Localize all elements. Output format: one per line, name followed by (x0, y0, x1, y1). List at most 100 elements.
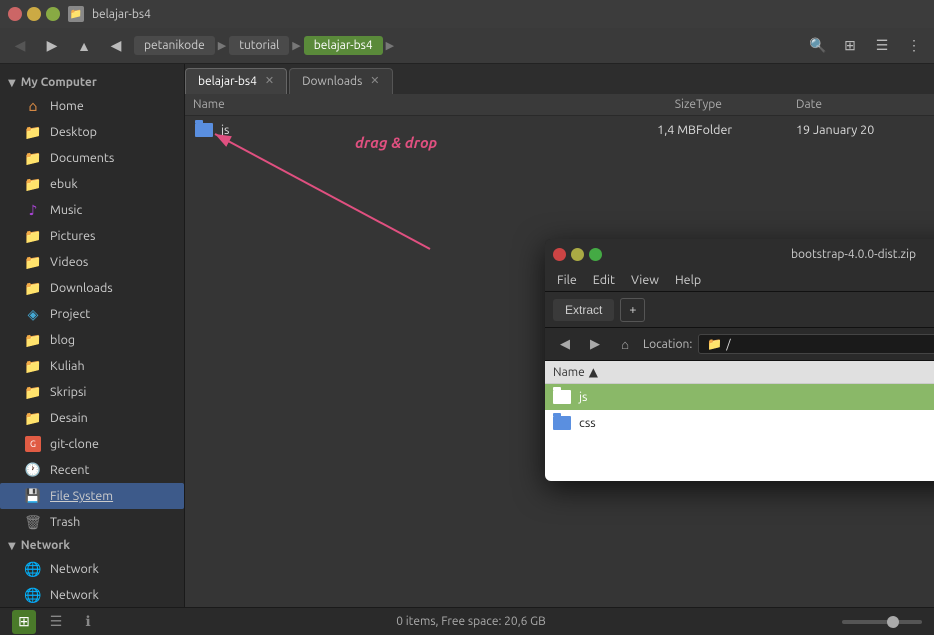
folder-icon: 📁 (24, 149, 42, 167)
tab-label-downloads: Downloads (302, 75, 362, 88)
tab-close-belajar[interactable]: ✕ (265, 76, 274, 87)
sidebar-label-documents: Documents (50, 151, 114, 165)
zip-menu-edit[interactable]: Edit (593, 273, 615, 287)
sidebar-item-documents[interactable]: 📁 Documents (0, 145, 184, 171)
sidebar-item-ebuk[interactable]: 📁 ebuk (0, 171, 184, 197)
sidebar-item-videos[interactable]: 📁 Videos (0, 249, 184, 275)
sidebar-item-desain[interactable]: 📁 Desain (0, 405, 184, 431)
section-arrow-2: ▼ (8, 540, 16, 552)
sidebar-item-network2[interactable]: 🌐 Network (0, 582, 184, 607)
zip-folder-icon: 📁 (707, 337, 722, 351)
window-title: belajar-bs4 (92, 8, 151, 21)
zip-menu-view[interactable]: View (631, 273, 659, 287)
zip-maximize-button[interactable] (589, 248, 602, 261)
zip-minimize-button[interactable] (571, 248, 584, 261)
zip-menu-bar: File Edit View Help (545, 269, 934, 292)
zip-back-button[interactable]: ◀ (553, 332, 577, 356)
sidebar-label-network1: Network (50, 562, 99, 576)
more-options-button[interactable]: ⋮ (900, 32, 928, 60)
search-button[interactable]: 🔍 (804, 32, 832, 60)
extract-button[interactable]: Extract (553, 299, 614, 321)
add-label: + (629, 303, 636, 317)
grid-view-button[interactable]: ⊞ (836, 32, 864, 60)
sidebar-section-my-computer[interactable]: ▼ My Computer (0, 72, 184, 93)
zip-menu-file[interactable]: File (557, 273, 577, 287)
prev-location-button[interactable]: ◀ (102, 32, 130, 60)
status-info-button[interactable]: ℹ (76, 610, 100, 634)
tab-belajar-bs4[interactable]: belajar-bs4 ✕ (185, 68, 287, 94)
zip-file-row-js[interactable]: js 1,4 MB (545, 384, 934, 410)
breadcrumb-sep1: ▶ (218, 39, 226, 52)
music-icon: ♪ (24, 201, 42, 219)
list-view-button[interactable]: ☰ (868, 32, 896, 60)
zip-location-bar: ◀ ▶ ⌂ Location: 📁 / (545, 328, 934, 361)
sidebar-item-desktop[interactable]: 📁 Desktop (0, 119, 184, 145)
breadcrumb-petanikode[interactable]: petanikode (134, 36, 215, 55)
zip-title-text: bootstrap-4.0.0-dist.zip (610, 248, 934, 261)
window-controls (8, 7, 60, 21)
zip-sort-icon: ▲ (589, 365, 598, 379)
zoom-track[interactable] (842, 620, 922, 624)
sidebar-item-recent[interactable]: 🕐 Recent (0, 457, 184, 483)
section-label-2: Network (21, 539, 70, 552)
maximize-button[interactable] (46, 7, 60, 21)
network-icon: 🌐 (24, 560, 42, 578)
breadcrumb-sep3: ▶ (386, 39, 394, 52)
sidebar-item-music[interactable]: ♪ Music (0, 197, 184, 223)
add-button[interactable]: + (620, 298, 645, 322)
sidebar-item-kuliah[interactable]: 📁 Kuliah (0, 353, 184, 379)
breadcrumb: petanikode ▶ tutorial ▶ belajar-bs4 ▶ (134, 36, 800, 55)
section-arrow: ▼ (8, 77, 16, 89)
zoom-thumb[interactable] (887, 616, 899, 628)
sidebar-item-git-clone[interactable]: G git-clone (0, 431, 184, 457)
filesystem-icon: 💾 (24, 487, 42, 505)
breadcrumb-tutorial[interactable]: tutorial (229, 36, 289, 55)
forward-button[interactable]: ▶ (38, 32, 66, 60)
zip-folder-js-icon (553, 390, 571, 404)
close-button[interactable] (8, 7, 22, 21)
recent-icon: 🕐 (24, 461, 42, 479)
sidebar-label-recent: Recent (50, 463, 89, 477)
sidebar-item-blog[interactable]: 📁 blog (0, 327, 184, 353)
zip-col-name: Name ▲ (553, 365, 934, 379)
zip-home-button[interactable]: ⌂ (613, 332, 637, 356)
sidebar-item-pictures[interactable]: 📁 Pictures (0, 223, 184, 249)
sidebar-item-skripsi[interactable]: 📁 Skripsi (0, 379, 184, 405)
status-list-button[interactable]: ☰ (44, 610, 68, 634)
section-label: My Computer (21, 76, 97, 89)
home-icon: ⌂ (24, 97, 42, 115)
sidebar-label-filesystem: File System (50, 489, 113, 503)
sidebar-item-home[interactable]: ⌂ Home (0, 93, 184, 119)
file-type-js: Folder (696, 123, 796, 137)
sidebar-item-network1[interactable]: 🌐 Network (0, 556, 184, 582)
status-info: 0 items, Free space: 20,6 GB (396, 615, 546, 628)
tabs-bar: belajar-bs4 ✕ Downloads ✕ (185, 64, 934, 94)
zip-forward-button[interactable]: ▶ (583, 332, 607, 356)
breadcrumb-belajar[interactable]: belajar-bs4 (304, 36, 383, 55)
tab-close-downloads[interactable]: ✕ (370, 76, 379, 87)
content-area: belajar-bs4 ✕ Downloads ✕ Name Size Type… (185, 64, 934, 607)
sidebar-label-videos: Videos (50, 255, 88, 269)
zip-file-row-css[interactable]: css 1,6 MB (545, 410, 934, 436)
col-date: Date (796, 98, 926, 111)
zip-title-bar: bootstrap-4.0.0-dist.zip (545, 239, 934, 269)
back-button[interactable]: ◀ (6, 32, 34, 60)
sidebar-item-project[interactable]: ◈ Project (0, 301, 184, 327)
sidebar-section-network[interactable]: ▼ Network (0, 535, 184, 556)
minimize-button[interactable] (27, 7, 41, 21)
sidebar-item-filesystem[interactable]: 💾 File System (0, 483, 184, 509)
zip-col-name-label: Name (553, 366, 585, 379)
sidebar-item-trash[interactable]: 🗑 Trash (0, 509, 184, 535)
file-date-js: 19 January 20 (796, 123, 926, 137)
sidebar-label-trash: Trash (50, 515, 80, 529)
project-icon: ◈ (24, 305, 42, 323)
up-button[interactable]: ▲ (70, 32, 98, 60)
zip-close-button[interactable] (553, 248, 566, 261)
zip-menu-help[interactable]: Help (675, 273, 701, 287)
sidebar-item-downloads[interactable]: 📁 Downloads (0, 275, 184, 301)
file-row-js[interactable]: js 1,4 MB Folder 19 January 20 (185, 116, 934, 144)
tab-downloads[interactable]: Downloads ✕ (289, 68, 392, 94)
status-left: ⊞ ☰ ℹ (12, 610, 100, 634)
zip-folder-css-icon (553, 416, 571, 430)
status-grid-button[interactable]: ⊞ (12, 610, 36, 634)
